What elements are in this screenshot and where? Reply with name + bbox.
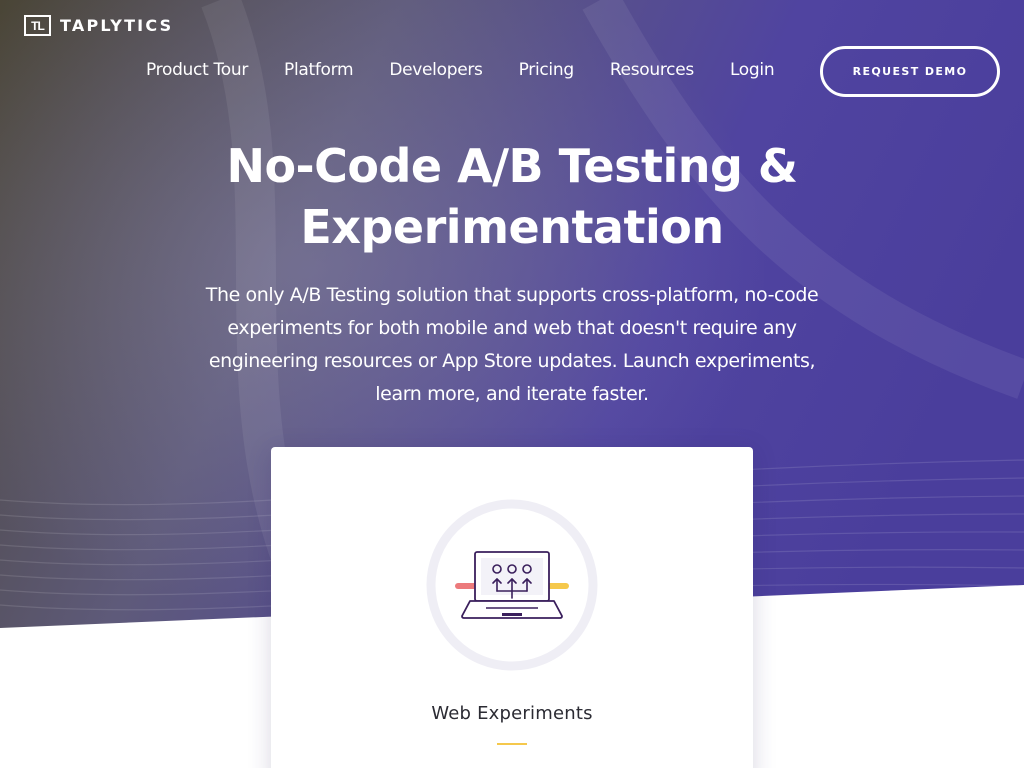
hero-title-line2: Experimentation [300,200,724,254]
nav-product-tour[interactable]: Product Tour [128,60,266,80]
request-demo-button[interactable]: REQUEST DEMO [820,46,1000,97]
hero-title: No-Code A/B Testing & Experimentation [112,136,912,258]
hero-subtitle: The only A/B Testing solution that suppo… [205,284,819,405]
nav-pricing[interactable]: Pricing [501,60,592,80]
nav-platform[interactable]: Platform [266,60,371,80]
web-experiments-card[interactable]: Web Experiments [271,447,753,768]
main-nav: Product Tour Platform Developers Pricing… [128,60,792,80]
laptop-experiment-icon [426,499,598,671]
page: TL TAPLYTICS Product Tour Platform Devel… [0,0,1024,768]
card-divider [497,743,527,745]
logo-mark-icon: TL [24,15,51,36]
hero-title-line1: No-Code A/B Testing & [226,139,798,193]
card-title: Web Experiments [431,703,593,724]
brand-logo[interactable]: TL TAPLYTICS [24,15,173,36]
nav-resources[interactable]: Resources [592,60,712,80]
nav-login[interactable]: Login [712,60,792,80]
nav-developers[interactable]: Developers [371,60,500,80]
brand-name: TAPLYTICS [60,16,174,35]
